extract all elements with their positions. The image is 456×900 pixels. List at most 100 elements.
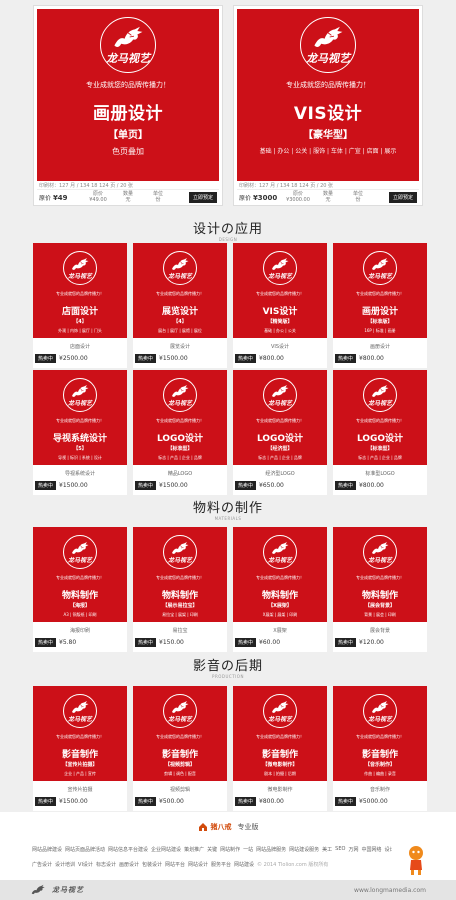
product-name[interactable]: 易拉宝: [133, 627, 227, 634]
product-poster[interactable]: 龙马视艺 专业成就您的品牌传播力！ LOGO设计 【经济型】 标志 | 产品 | 企业 …: [233, 370, 327, 465]
product-name[interactable]: 经济型LOGO: [233, 470, 327, 477]
hot-sale-tag[interactable]: 热卖中: [235, 797, 257, 806]
footer-link[interactable]: 网站信息平台建设: [108, 846, 148, 853]
footer-link[interactable]: 一站: [243, 846, 253, 853]
product-poster[interactable]: 龙马视艺 专业成就您的品牌传播力！ 物料制作 【海报】 A3 | 铜版纸 | 印刷: [33, 527, 127, 622]
product-poster[interactable]: 龙马视艺 专业成就您的品牌传播力！ 展览设计 【4】 展台 | 展厅 | 展馆 | 展位: [133, 243, 227, 338]
footer-link[interactable]: 广告设计: [32, 861, 52, 868]
product-name[interactable]: 展会背景: [333, 627, 427, 634]
product-poster[interactable]: 龙马视艺 专业成就您的品牌传播力！ LOGO设计 【标准型】 标志 | 产品 | 企业 …: [133, 370, 227, 465]
featured-poster[interactable]: 龙马视艺 专业成就您的品牌传播力！ VIS设计 【豪华型】 基础 | 办公 | 公关 |…: [237, 9, 419, 181]
hot-sale-tag[interactable]: 热卖中: [35, 354, 57, 363]
product-name[interactable]: 音乐制作: [333, 786, 427, 793]
book-now-button[interactable]: 立即预定: [188, 191, 217, 203]
product-poster[interactable]: 龙马视艺 专业成就您的品牌传播力！ 画册设计 【标准版】 16P | 标准 | 画册: [333, 243, 427, 338]
product-name[interactable]: 店面设计: [33, 343, 127, 350]
footer-link[interactable]: 网站建设服务: [289, 846, 319, 853]
hot-sale-tag[interactable]: 热卖中: [135, 797, 157, 806]
hot-sale-tag[interactable]: 热卖中: [335, 481, 357, 490]
footer-link[interactable]: 服务平台: [211, 861, 231, 868]
product-poster[interactable]: 龙马视艺 专业成就您的品牌传播力！ VIS设计 【精简版】 基础 | 办公 | 公关: [233, 243, 327, 338]
product-poster[interactable]: 龙马视艺 专业成就您的品牌传播力！ 物料制作 【展示易拉宝】 易拉宝 | 展架 | 印刷: [133, 527, 227, 622]
product-card[interactable]: 龙马视艺 专业成就您的品牌传播力！ 物料制作 【展会背景】 背景 | 展会 | 印刷展会…: [333, 527, 427, 652]
product-name[interactable]: 宣传片拍摄: [33, 786, 127, 793]
product-name[interactable]: 标准型LOGO: [333, 470, 427, 477]
footer-link[interactable]: 关键: [207, 846, 217, 853]
footer-link[interactable]: 网站品牌建设: [32, 846, 62, 853]
product-poster[interactable]: 龙马视艺 专业成就您的品牌传播力！ 影音制作 【音乐制作】 作曲 | 编曲 | 录音: [333, 686, 427, 781]
footer-link[interactable]: 设计站: [384, 846, 392, 853]
product-card[interactable]: 龙马视艺 专业成就您的品牌传播力！ 物料制作 【X展架】 X展架 | 展架 | 印刷 X展…: [233, 527, 327, 652]
footer-link[interactable]: 美工: [322, 846, 332, 853]
product-title: VIS设计: [262, 307, 298, 317]
product-card[interactable]: 龙马视艺 专业成就您的品牌传播力！ LOGO设计 【标准型】 标志 | 产品 | 企业 …: [133, 370, 227, 495]
product-card[interactable]: 龙马视艺 专业成就您的品牌传播力！ 影音制作 【音乐制作】 作曲 | 编曲 | 录音音乐…: [333, 686, 427, 811]
product-poster[interactable]: 龙马视艺 专业成就您的品牌传播力！ 店面设计 【4】 外观 | 内饰 | 展厅 | 门头: [33, 243, 127, 338]
footer-link[interactable]: 设计培训: [55, 861, 75, 868]
hot-sale-tag[interactable]: 热卖中: [35, 638, 57, 647]
hot-sale-tag[interactable]: 热卖中: [35, 797, 57, 806]
product-logo-circle: 龙马视艺: [63, 694, 97, 728]
hot-sale-tag[interactable]: 热卖中: [235, 354, 257, 363]
product-card[interactable]: 龙马视艺 专业成就您的品牌传播力！ 物料制作 【展示易拉宝】 易拉宝 | 展架 | 印刷…: [133, 527, 227, 652]
product-name[interactable]: 展览设计: [133, 343, 227, 350]
footer-link[interactable]: 网站建设: [234, 861, 254, 868]
featured-poster[interactable]: 龙马视艺 专业成就您的品牌传播力！ 画册设计 【单页】 色页叠加: [37, 9, 219, 181]
hot-sale-tag[interactable]: 热卖中: [35, 481, 57, 490]
footer-brand[interactable]: 猪八戒: [211, 822, 232, 832]
featured-card[interactable]: 龙马视艺 专业成就您的品牌传播力！ VIS设计 【豪华型】 基础 | 办公 | 公关 |…: [233, 5, 423, 206]
footer-link[interactable]: 网站制作: [220, 846, 240, 853]
hot-sale-tag[interactable]: 热卖中: [335, 354, 357, 363]
product-card[interactable]: 龙马视艺 专业成就您的品牌传播力！ 物料制作 【海报】 A3 | 铜版纸 | 印刷海报印…: [33, 527, 127, 652]
footer-link[interactable]: 网站页面品牌活动: [65, 846, 105, 853]
featured-card[interactable]: 龙马视艺 专业成就您的品牌传播力！ 画册设计 【单页】 色页叠加 印刷材：127 月 / …: [33, 5, 223, 206]
product-name[interactable]: 微电影制作: [233, 786, 327, 793]
hot-sale-tag[interactable]: 热卖中: [335, 797, 357, 806]
hot-sale-tag[interactable]: 热卖中: [135, 481, 157, 490]
product-card[interactable]: 龙马视艺 专业成就您的品牌传播力！ 展览设计 【4】 展台 | 展厅 | 展馆 | 展位…: [133, 243, 227, 368]
product-poster[interactable]: 龙马视艺 专业成就您的品牌传播力！ 影音制作 【视频剪辑】 剪辑 | 调色 | 配音: [133, 686, 227, 781]
product-name[interactable]: 导视系统设计: [33, 470, 127, 477]
product-name[interactable]: 视频剪辑: [133, 786, 227, 793]
product-card[interactable]: 龙马视艺 专业成就您的品牌传播力！ 影音制作 【视频剪辑】 剪辑 | 调色 | 配音视频…: [133, 686, 227, 811]
hot-sale-tag[interactable]: 热卖中: [335, 638, 357, 647]
product-poster[interactable]: 龙马视艺 专业成就您的品牌传播力！ 影音制作 【宣传片拍摄】 企业 | 产品 | 宣传: [33, 686, 127, 781]
hot-sale-tag[interactable]: 热卖中: [135, 354, 157, 363]
footer-link[interactable]: 网站平台: [165, 861, 185, 868]
product-card[interactable]: 龙马视艺 专业成就您的品牌传播力！ LOGO设计 【标准型】 标志 | 产品 | 企业 …: [333, 370, 427, 495]
footer-link[interactable]: VI设计: [78, 861, 93, 868]
footer-link[interactable]: 中国网络: [361, 846, 381, 853]
footer-link[interactable]: 标志设计: [96, 861, 116, 868]
footer-link[interactable]: 万网: [348, 846, 358, 853]
product-poster[interactable]: 龙马视艺 专业成就您的品牌传播力！ LOGO设计 【标准型】 标志 | 产品 | 企业 …: [333, 370, 427, 465]
product-poster[interactable]: 龙马视艺 专业成就您的品牌传播力！ 导视系统设计 【5】 导视 | 标识 | 系统 | …: [33, 370, 127, 465]
product-name[interactable]: 海报印刷: [33, 627, 127, 634]
product-card[interactable]: 龙马视艺 专业成就您的品牌传播力！ 画册设计 【标准版】 16P | 标准 | 画册画册…: [333, 243, 427, 368]
footer-link[interactable]: 网站设计: [188, 861, 208, 868]
product-name[interactable]: X展架: [233, 627, 327, 634]
footer-link[interactable]: 包装设计: [142, 861, 162, 868]
footer-link[interactable]: 企业网站建设: [151, 846, 181, 853]
product-poster[interactable]: 龙马视艺 专业成就您的品牌传播力！ 物料制作 【展会背景】 背景 | 展会 | 印刷: [333, 527, 427, 622]
footer-link[interactable]: 网站品牌服务: [256, 846, 286, 853]
product-card[interactable]: 龙马视艺 专业成就您的品牌传播力！ VIS设计 【精简版】 基础 | 办公 | 公关 VI…: [233, 243, 327, 368]
book-now-button[interactable]: 立即预定: [388, 191, 417, 203]
footer-link[interactable]: SEO: [335, 846, 345, 853]
hot-sale-tag[interactable]: 热卖中: [235, 638, 257, 647]
product-name[interactable]: 画册设计: [333, 343, 427, 350]
product-card[interactable]: 龙马视艺 专业成就您的品牌传播力！ 导视系统设计 【5】 导视 | 标识 | 系统 | …: [33, 370, 127, 495]
hot-sale-tag[interactable]: 热卖中: [135, 638, 157, 647]
footer-link[interactable]: 画册设计: [119, 861, 139, 868]
product-poster[interactable]: 龙马视艺 专业成就您的品牌传播力！ 物料制作 【X展架】 X展架 | 展架 | 印刷: [233, 527, 327, 622]
hot-sale-tag[interactable]: 热卖中: [235, 481, 257, 490]
footer-link[interactable]: 策划推广: [184, 846, 204, 853]
product-card[interactable]: 龙马视艺 专业成就您的品牌传播力！ LOGO设计 【经济型】 标志 | 产品 | 企业 …: [233, 370, 327, 495]
bottom-brand[interactable]: 龙马视艺: [30, 884, 84, 897]
product-card[interactable]: 龙马视艺 专业成就您的品牌传播力！ 影音制作 【宣传片拍摄】 企业 | 产品 | 宣传宣…: [33, 686, 127, 811]
website-url[interactable]: www.longmamedia.com: [354, 887, 426, 894]
product-name[interactable]: 精品LOGO: [133, 470, 227, 477]
product-poster[interactable]: 龙马视艺 专业成就您的品牌传播力！ 影音制作 【微电影制作】 剧本 | 拍摄 | 后期: [233, 686, 327, 781]
product-name[interactable]: VIS设计: [233, 343, 327, 350]
product-card[interactable]: 龙马视艺 专业成就您的品牌传播力！ 店面设计 【4】 外观 | 内饰 | 展厅 | 门头…: [33, 243, 127, 368]
product-card[interactable]: 龙马视艺 专业成就您的品牌传播力！ 影音制作 【微电影制作】 剧本 | 拍摄 | 后期微…: [233, 686, 327, 811]
